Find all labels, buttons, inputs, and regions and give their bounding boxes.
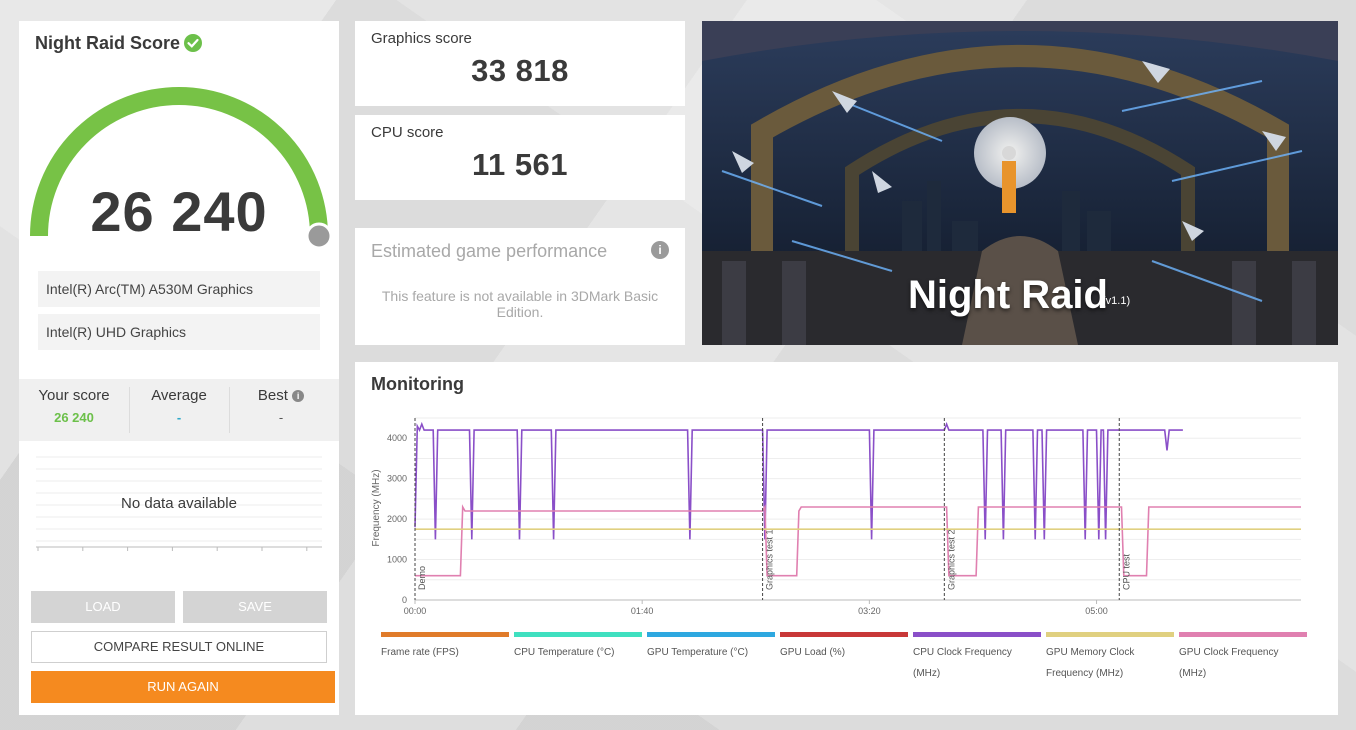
- y-tick-label: 1000: [387, 555, 407, 565]
- info-icon[interactable]: i: [651, 241, 669, 259]
- legend-item[interactable]: GPU Load (%): [780, 632, 908, 663]
- legend-swatch: [913, 632, 1041, 637]
- graphics-score-label: Graphics score: [371, 30, 472, 47]
- y-tick-label: 0: [402, 595, 407, 605]
- estimated-performance-message: This feature is not available in 3DMark …: [381, 288, 659, 320]
- legend-swatch: [514, 632, 642, 637]
- monitoring-chart: 0 1000 2000 3000 4000 00:00 01:40 03:20 05:00 F…: [371, 417, 1301, 616]
- legend-label: GPU Temperature (°C): [647, 647, 749, 658]
- compare-online-button[interactable]: COMPARE RESULT ONLINE: [31, 631, 327, 663]
- legend-swatch: [1046, 632, 1174, 637]
- estimated-performance-title: Estimated game performance: [371, 241, 608, 261]
- legend-label: CPU Clock Frequency (MHz): [913, 647, 1012, 679]
- legend-label: GPU Load (%): [780, 647, 846, 658]
- legend-item[interactable]: GPU Temperature (°C): [647, 632, 775, 663]
- no-data-message: No data available: [121, 495, 237, 512]
- info-icon[interactable]: i: [292, 390, 305, 402]
- run-again-button[interactable]: RUN AGAIN: [31, 671, 335, 703]
- y-tick-label: 3000: [387, 474, 407, 484]
- legend-item[interactable]: CPU Clock Frequency (MHz): [913, 632, 1041, 684]
- divider: [229, 387, 230, 433]
- your-score: Your score 26 240: [38, 387, 110, 425]
- best-score[interactable]: Best i -: [231, 387, 331, 425]
- score-title: Night Raid Score: [35, 33, 181, 53]
- x-tick-label: 01:40: [631, 606, 654, 616]
- graphics-score-value: 33 818: [471, 53, 569, 88]
- phase-label: Demo: [417, 566, 427, 590]
- cpu-score-label: CPU score: [371, 124, 444, 141]
- legend-item[interactable]: GPU Memory Clock Frequency (MHz): [1046, 632, 1174, 684]
- legend-label: GPU Memory Clock Frequency (MHz): [1046, 647, 1135, 679]
- legend-swatch: [780, 632, 908, 637]
- legend-item[interactable]: GPU Clock Frequency (MHz): [1179, 632, 1307, 684]
- series-line: [415, 504, 1301, 577]
- score-comparison: Your score 26 240 Average - Best i -: [19, 379, 339, 441]
- legend-label: CPU Temperature (°C): [514, 647, 615, 658]
- check-circle-icon: [184, 34, 202, 52]
- benchmark-banner: Night Raid (v1.1): [702, 21, 1338, 345]
- gpu-item-2: Intel(R) UHD Graphics: [38, 314, 320, 350]
- legend-item[interactable]: Frame rate (FPS): [381, 632, 509, 663]
- y-tick-label: 2000: [387, 514, 407, 524]
- legend-label: GPU Clock Frequency (MHz): [1179, 647, 1279, 679]
- cpu-score-card: CPU score 11 561: [355, 115, 685, 200]
- x-tick-label: 05:00: [1085, 606, 1108, 616]
- legend-swatch: [381, 632, 509, 637]
- legend-label: Frame rate (FPS): [381, 647, 459, 658]
- average-score: Average -: [151, 387, 207, 425]
- cpu-score-value: 11 561: [471, 147, 569, 182]
- x-tick-label: 00:00: [404, 606, 427, 616]
- phase-label: Graphics test 2: [946, 529, 956, 590]
- legend-swatch: [1179, 632, 1307, 637]
- save-button[interactable]: SAVE: [183, 591, 327, 623]
- load-button[interactable]: LOAD: [31, 591, 175, 623]
- benchmark-title: Night Raid: [908, 273, 1108, 317]
- gpu-item-1: Intel(R) Arc(TM) A530M Graphics: [38, 271, 320, 307]
- x-tick-label: 03:20: [858, 606, 881, 616]
- benchmark-version: (v1.1): [1102, 295, 1131, 307]
- legend-swatch: [647, 632, 775, 637]
- legend-item[interactable]: CPU Temperature (°C): [514, 632, 642, 663]
- monitoring-panel: Monitoring 0 1000 2000 3000 4000 00:00 01:40 0…: [355, 362, 1338, 715]
- score-panel: Night Raid Score 26 240 Intel(R) Arc(TM)…: [19, 21, 339, 715]
- phase-label: Graphics test 1: [765, 529, 775, 590]
- phase-label: CPU test: [1121, 553, 1131, 590]
- graphics-score-card: Graphics score 33 818: [355, 21, 685, 106]
- estimated-performance-card: Estimated game performance i This featur…: [355, 228, 685, 345]
- y-axis-label: Frequency (MHz): [371, 469, 382, 546]
- overall-score: 26 240: [90, 180, 268, 243]
- y-tick-label: 4000: [387, 433, 407, 443]
